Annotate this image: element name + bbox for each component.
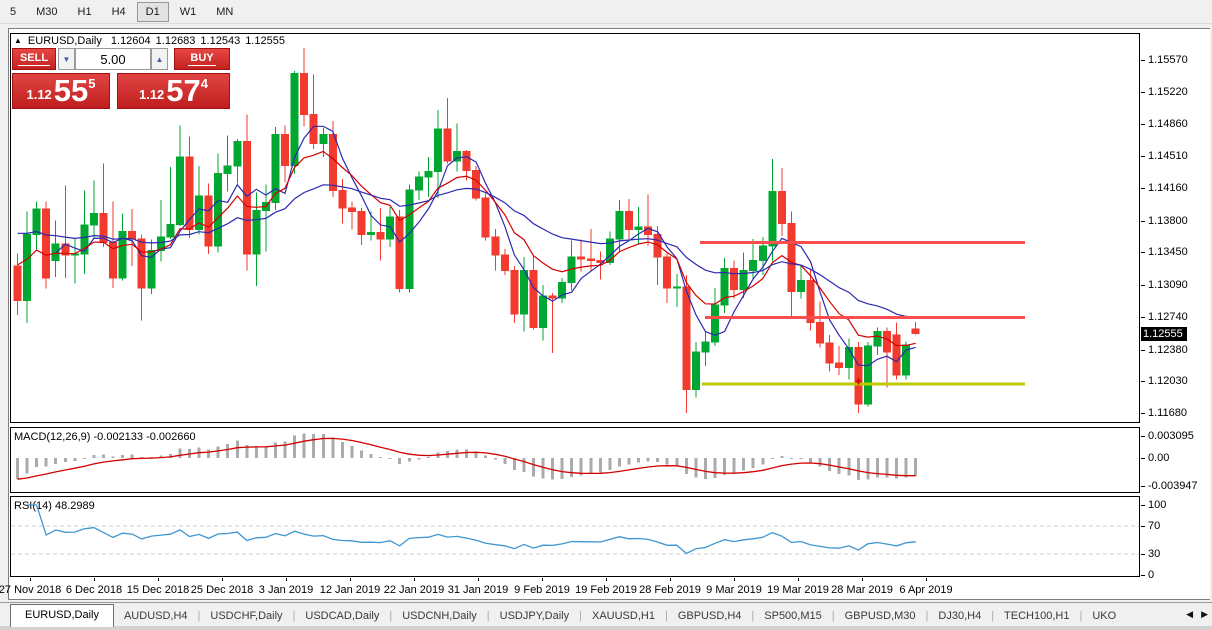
price-tick-label: 1.14510 (1148, 150, 1188, 163)
date-label: 9 Mar 2019 (706, 584, 762, 596)
tab-sp500-m15[interactable]: SP500,M15 (754, 606, 831, 626)
current-price-badge: 1.12555 (1141, 326, 1187, 341)
date-tick (478, 578, 479, 581)
timeframe-toolbar: 5 M30 H1 H4 D1 W1 MN (0, 0, 1212, 24)
timeframe-button-d1[interactable]: D1 (136, 1, 169, 22)
tick-mark (1141, 435, 1145, 437)
macd-tick-label: 0.003095 (1148, 429, 1194, 442)
application-window: 5 M30 H1 H4 D1 W1 MN ▲ EURUSD,Daily 1.12604 1.126… (0, 0, 1212, 630)
tick-mark (1141, 413, 1145, 415)
tick-mark (1141, 349, 1145, 351)
price-tick-label: 1.14860 (1148, 118, 1188, 131)
timeframe-button-5[interactable]: 5 (1, 2, 25, 22)
rsi-tick-label: 30 (1148, 548, 1161, 560)
price-tick-label: 1.15220 (1148, 85, 1188, 98)
date-tick (670, 578, 671, 581)
date-tick (606, 578, 607, 581)
tab-usdjpy-daily[interactable]: USDJPY,Daily (490, 606, 580, 626)
date-label: 3 Jan 2019 (258, 584, 314, 596)
price-tick-label: 1.11680 (1148, 407, 1187, 420)
date-label: 31 Jan 2019 (447, 584, 509, 596)
date-label: 22 Jan 2019 (383, 584, 445, 596)
date-tick (286, 578, 287, 581)
price-tick-label: 1.15570 (1148, 54, 1188, 67)
date-tick (798, 578, 799, 581)
tick-mark (1141, 505, 1145, 506)
tab-dj30-h4[interactable]: DJ30,H4 (928, 606, 991, 626)
date-tick (30, 578, 31, 581)
date-label: 19 Feb 2019 (575, 584, 637, 596)
rsi-tick-label: 0 (1148, 569, 1155, 581)
date-tick (350, 578, 351, 581)
tick-mark (1141, 252, 1145, 254)
tab-tech100-h1[interactable]: TECH100,H1 (994, 606, 1079, 626)
macd-tick-label: 0.00 (1148, 452, 1170, 464)
rsi-tick-label: 70 (1148, 520, 1161, 532)
date-tick (862, 578, 863, 581)
tab-usdchf-daily[interactable]: USDCHF,Daily (200, 606, 292, 626)
date-tick (542, 578, 543, 581)
price-chart[interactable] (10, 33, 1140, 423)
timeframe-button-h1[interactable]: H1 (69, 2, 101, 22)
tick-mark (1141, 575, 1145, 576)
price-axis: 1.15570 1.15220 1.14860 1.14510 1.14160 1.138… (1141, 29, 1210, 599)
tab-usdcad-daily[interactable]: USDCAD,Daily (295, 606, 389, 626)
tick-mark (1141, 316, 1145, 318)
timeframe-button-mn[interactable]: MN (207, 2, 242, 22)
price-tick-label: 1.13800 (1148, 214, 1188, 227)
date-tick (158, 578, 159, 581)
tab-eurusd-daily[interactable]: EURUSD,Daily (10, 604, 114, 627)
tab-xauusd-h1[interactable]: XAUUSD,H1 (582, 606, 665, 626)
tab-gbpusd-h4[interactable]: GBPUSD,H4 (668, 606, 752, 626)
tick-mark (1141, 220, 1145, 222)
date-label: 27 Nov 2018 (0, 584, 62, 596)
tick-mark (1141, 381, 1145, 383)
tick-mark (1141, 124, 1145, 126)
tick-mark (1141, 60, 1145, 62)
tab-scroll-left-icon[interactable]: ◀ (1186, 609, 1193, 620)
date-label: 28 Feb 2019 (639, 584, 701, 596)
date-label: 19 Mar 2019 (767, 584, 829, 596)
price-tick-label: 1.14160 (1148, 181, 1188, 194)
tick-mark (1141, 285, 1145, 287)
date-label: 6 Dec 2018 (65, 584, 123, 596)
date-tick (414, 578, 415, 581)
date-tick (734, 578, 735, 581)
tick-mark (1141, 187, 1145, 189)
date-label: 9 Feb 2019 (514, 584, 570, 596)
price-tick-label: 1.12030 (1148, 375, 1188, 388)
price-tick-label: 1.12380 (1148, 343, 1188, 356)
date-label: 15 Dec 2018 (126, 584, 190, 596)
date-tick (926, 578, 927, 581)
chart-tab-bar: EURUSD,Daily AUDUSD,H4 | USDCHF,Daily | USDCA… (0, 602, 1212, 630)
tick-mark (1141, 554, 1145, 555)
tab-uko[interactable]: UKO (1082, 606, 1126, 626)
tab-usdcnh-daily[interactable]: USDCNH,Daily (392, 606, 487, 626)
price-tick-label: 1.13090 (1148, 279, 1188, 292)
tick-mark (1141, 458, 1145, 459)
tick-mark (1141, 156, 1145, 158)
date-label: 25 Dec 2018 (190, 584, 254, 596)
tick-mark (1141, 486, 1145, 488)
macd-tick-label: -0.003947 (1148, 480, 1198, 493)
tab-scroll-right-icon[interactable]: ▶ (1201, 609, 1208, 620)
date-tick (222, 578, 223, 581)
tick-mark (1141, 526, 1145, 527)
date-label: 6 Apr 2019 (899, 584, 953, 596)
price-tick-label: 1.13450 (1148, 246, 1188, 259)
timeframe-button-m30[interactable]: M30 (27, 2, 66, 22)
rsi-tick-label: 100 (1148, 499, 1167, 511)
timeframe-button-w1[interactable]: W1 (171, 2, 206, 22)
macd-chart[interactable] (10, 427, 1140, 493)
date-label: 28 Mar 2019 (831, 584, 893, 596)
tab-audusd-h4[interactable]: AUDUSD,H4 (114, 606, 198, 626)
tick-mark (1141, 91, 1145, 93)
tab-gbpusd-m30[interactable]: GBPUSD,M30 (835, 606, 926, 626)
price-tick-label: 1.12740 (1148, 310, 1188, 323)
date-label: 12 Jan 2019 (319, 584, 381, 596)
timeframe-button-h4[interactable]: H4 (103, 2, 135, 22)
rsi-chart[interactable] (10, 496, 1140, 577)
date-tick (94, 578, 95, 581)
